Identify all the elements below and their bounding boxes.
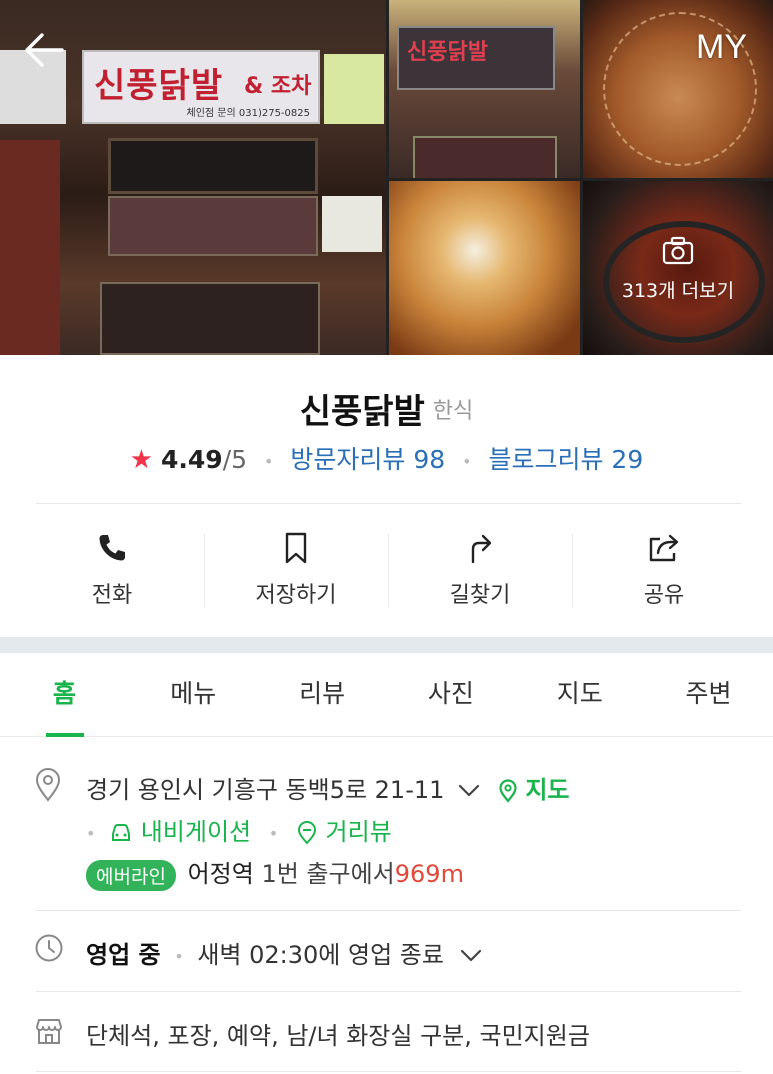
exterior-photo[interactable]: 신풍닭발 (389, 0, 580, 178)
lower-banner (100, 282, 320, 355)
address-section: 경기 용인시 기흥구 동백5로 21-11 지도 • 내비게이션 • 거리뷰 에… (0, 740, 773, 910)
storefront-banner (108, 196, 318, 256)
section-separator (0, 637, 773, 653)
address-line: 경기 용인시 기흥구 동백5로 21-11 지도 (86, 770, 570, 805)
more-photos-label: 313개 더보기 (621, 280, 735, 302)
tab-map[interactable]: 지도 (515, 653, 644, 736)
open-status: 영업 중 (86, 941, 161, 969)
hours-detail: 새벽 02:30에 영업 종료 (197, 941, 444, 969)
tab-menu[interactable]: 메뉴 (129, 653, 258, 736)
share-button[interactable]: 공유 (572, 505, 756, 635)
separator-dot: • (263, 451, 274, 471)
star-icon: ★ (129, 445, 154, 475)
place-title-row: 신풍닭발 한식 (0, 384, 773, 433)
cheese-rice-photo[interactable] (389, 181, 580, 355)
streetview-label: 거리뷰 (325, 818, 392, 846)
transit-line: 에버라인 어정역 1번 출구에서969m (86, 854, 464, 891)
tab-home[interactable]: 홈 (0, 653, 129, 737)
exterior-banner (413, 136, 557, 178)
separator-dot: • (174, 946, 184, 966)
navigation-label: 내비게이션 (140, 818, 252, 846)
chevron-down-icon[interactable] (458, 784, 480, 798)
location-pin-icon (35, 768, 61, 802)
storefront-phone: 체인점 문의 031)275-0825 (186, 108, 311, 119)
rating-row: ★ 4.49/5 • 방문자리뷰 98 • 블로그리뷰 29 (0, 440, 773, 476)
amenities-section: 단체석, 포장, 예약, 남/녀 화장실 구분, 국민지원금 (0, 992, 773, 1072)
more-photos-button[interactable]: 313개 더보기 (583, 181, 773, 355)
call-label: 전화 (91, 583, 133, 608)
menu-poster (322, 196, 382, 252)
call-button[interactable]: 전화 (20, 505, 204, 635)
bookmark-icon (285, 532, 307, 564)
tab-review[interactable]: 리뷰 (258, 653, 387, 736)
share-label: 공유 (643, 583, 685, 608)
save-button[interactable]: 저장하기 (204, 505, 388, 635)
tab-nearby[interactable]: 주변 (644, 653, 773, 736)
share-icon (649, 534, 679, 562)
address-text: 경기 용인시 기흥구 동백5로 21-11 (86, 776, 445, 804)
visitor-reviews-link[interactable]: 방문자리뷰 98 (290, 445, 445, 474)
place-category: 한식 (432, 398, 474, 424)
noodle-dish-photo[interactable] (583, 0, 773, 178)
neighbor-store (0, 140, 60, 355)
navigation-line: • 내비게이션 • 거리뷰 (86, 812, 392, 847)
distance-text: 969m (394, 860, 464, 888)
chevron-down-icon[interactable] (460, 949, 482, 963)
map-pin-icon (499, 779, 517, 803)
storefront-sign-extra: & 조차 (244, 74, 312, 99)
navigation-link[interactable]: 내비게이션 (109, 818, 259, 846)
separator-dot: • (268, 823, 279, 843)
subway-line-badge: 에버라인 (86, 859, 176, 891)
car-icon (112, 824, 131, 841)
blog-reviews-link[interactable]: 블로그리뷰 29 (488, 445, 643, 474)
divider (36, 1071, 741, 1072)
tab-photo[interactable]: 사진 (386, 653, 515, 736)
action-bar: 전화 저장하기 길찾기 공유 (20, 505, 756, 635)
storefront-window (108, 138, 318, 194)
clock-icon (35, 934, 63, 962)
hours-line: 영업 중 • 새벽 02:30에 영업 종료 (86, 935, 482, 970)
my-button[interactable]: MY (696, 28, 747, 67)
place-name: 신풍닭발 (299, 392, 425, 432)
photo-gallery[interactable]: 신풍닭발 & 조차 체인점 문의 031)275-0825 신풍닭발 313개 … (0, 0, 773, 355)
amenities-text: 단체석, 포장, 예약, 남/녀 화장실 구분, 국민지원금 (86, 1022, 590, 1050)
save-label: 저장하기 (255, 583, 337, 608)
directions-icon (471, 534, 492, 564)
storefront-sign: 신풍닭발 & 조차 체인점 문의 031)275-0825 (82, 50, 320, 124)
separator-dot: • (462, 451, 472, 471)
store-icon (36, 1019, 62, 1044)
arrow-left-icon[interactable] (22, 30, 68, 70)
tab-bar: 홈 메뉴 리뷰 사진 지도 주변 (0, 653, 773, 737)
directions-label: 길찾기 (449, 583, 511, 608)
exit-text: 1번 출구에서 (261, 860, 395, 888)
exterior-sign-text: 신풍닭발 (407, 39, 488, 65)
side-sign (324, 54, 384, 124)
map-link-label: 지도 (525, 776, 570, 804)
directions-button[interactable]: 길찾기 (388, 505, 572, 635)
storefront-sign-text: 신풍닭발 (94, 66, 224, 106)
separator-dot: • (86, 823, 96, 843)
streetview-icon (297, 821, 316, 845)
camera-icon (662, 236, 694, 265)
exterior-sign: 신풍닭발 (397, 26, 555, 90)
rating-scale: /5 (222, 445, 248, 474)
phone-icon (99, 535, 125, 561)
rating-score: 4.49 (161, 445, 223, 474)
map-link[interactable]: 지도 (498, 776, 570, 804)
divider (36, 503, 741, 504)
hours-section[interactable]: 영업 중 • 새벽 02:30에 영업 종료 (0, 911, 773, 991)
streetview-link[interactable]: 거리뷰 (296, 818, 392, 846)
station-name: 어정역 (187, 860, 254, 888)
